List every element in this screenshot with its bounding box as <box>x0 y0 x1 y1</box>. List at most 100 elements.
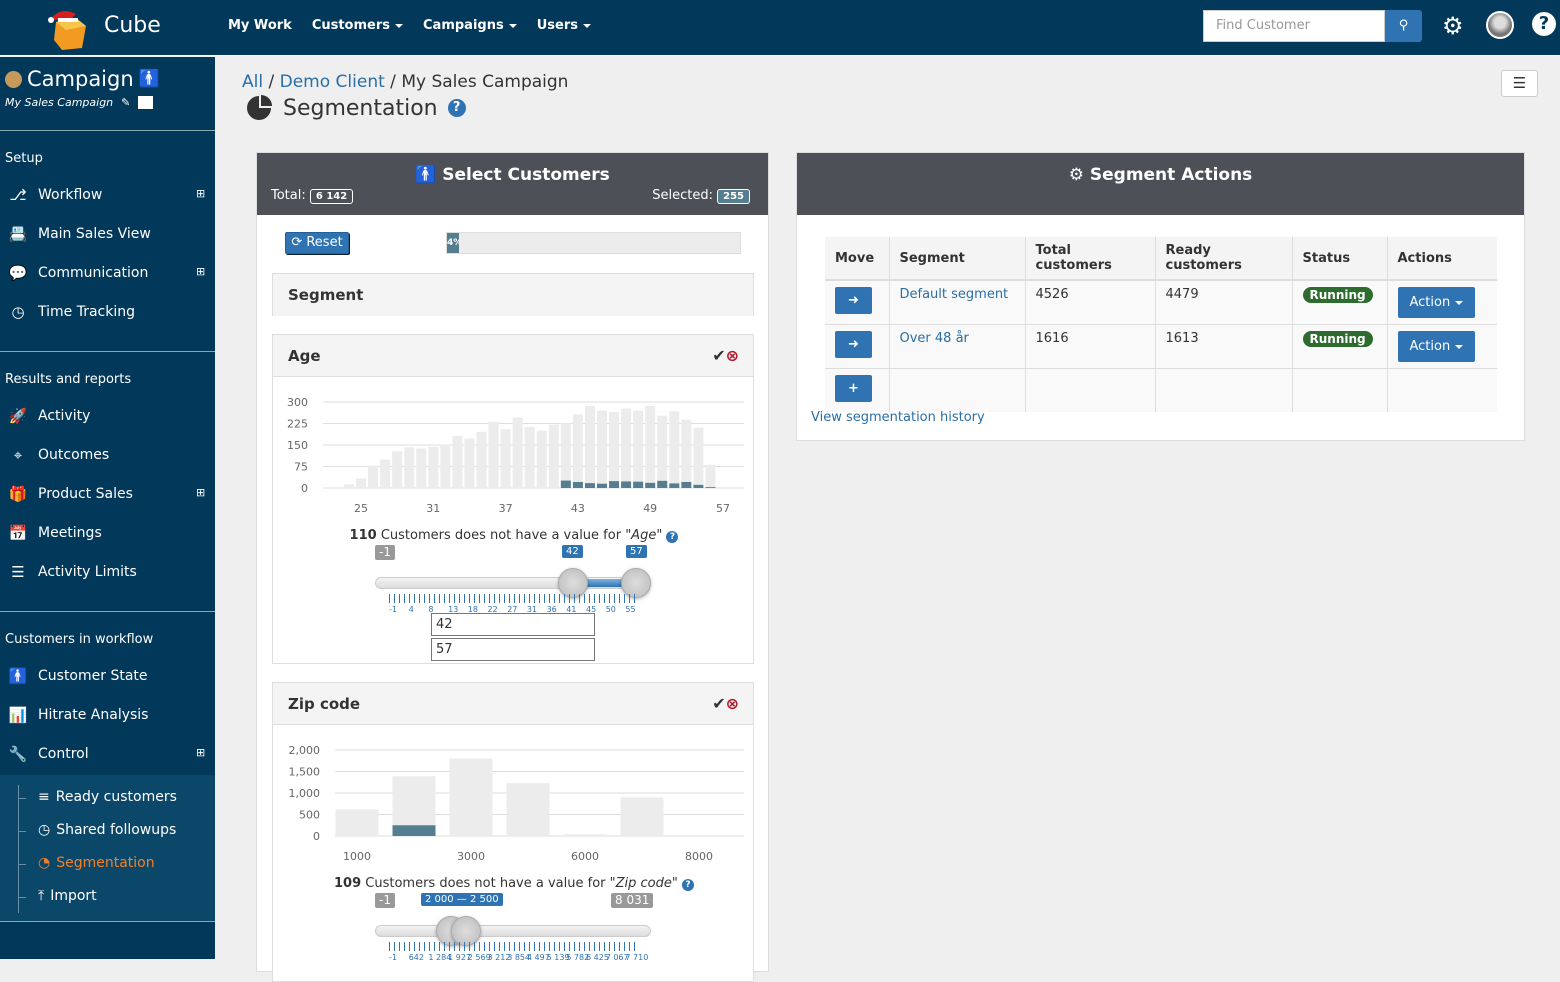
section-results: Results and reports <box>5 372 132 387</box>
selection-progress-bar: 4% <box>446 232 741 254</box>
bar <box>560 423 571 488</box>
cube-logo[interactable] <box>46 6 90 50</box>
selected-bar <box>645 482 656 488</box>
sidebar-item-time-tracking[interactable]: ◷ Time Tracking <box>8 303 135 321</box>
brand-name[interactable]: Cube <box>104 13 161 38</box>
check-icon[interactable]: ✔ <box>712 346 725 365</box>
status-badge: Running <box>1302 287 1373 303</box>
bar <box>416 448 427 488</box>
segment-box[interactable]: Segment <box>272 273 754 316</box>
field-name: "Zip code" <box>609 876 678 891</box>
help-icon[interactable]: ? <box>682 879 694 891</box>
campaign-status-dot <box>5 70 22 88</box>
sidebar-item-activity-limits[interactable]: ☰ Activity Limits <box>8 563 137 581</box>
remove-icon[interactable]: ⊗ <box>726 346 739 365</box>
check-icon[interactable]: ✔ <box>712 694 725 713</box>
sidebar-item-outcomes[interactable]: ⌖ Outcomes <box>8 446 109 464</box>
expand-icon[interactable]: ⊞ <box>196 265 205 278</box>
expand-icon[interactable]: ⊞ <box>196 486 205 499</box>
bar <box>657 415 668 488</box>
sidebar-item-meetings[interactable]: 📅 Meetings <box>8 524 102 542</box>
bar <box>536 430 547 488</box>
nav-customers[interactable]: Customers <box>312 18 403 33</box>
action-dropdown-button[interactable]: Action <box>1397 331 1476 362</box>
action-dropdown-button[interactable]: Action <box>1397 287 1476 318</box>
total-cell: 1616 <box>1024 324 1155 369</box>
bar <box>572 414 583 488</box>
bar <box>335 809 379 836</box>
selected-bar <box>584 483 595 488</box>
sidebar-item-control[interactable]: 🔧 Control <box>8 745 89 763</box>
submenu-item-shared-followups[interactable]: ◷ Shared followups <box>38 822 176 838</box>
slider-high-label: 57 <box>626 545 647 558</box>
age-max-input[interactable]: 57 <box>431 638 595 661</box>
bar <box>693 427 704 488</box>
sidebar-item-communication[interactable]: 💬 Communication <box>8 264 149 282</box>
field-name: "Age" <box>625 528 663 543</box>
sidebar-item-customer-state[interactable]: 🚹 Customer State <box>8 667 148 685</box>
y-tick-label: 2,000 <box>289 744 321 757</box>
segment-link[interactable]: Default segment <box>900 287 1009 302</box>
hamburger-menu-button[interactable]: ☰ <box>1501 70 1538 97</box>
x-tick-label: 57 <box>716 502 730 515</box>
sidebar-item-label: Meetings <box>38 525 102 541</box>
x-tick-label: 1000 <box>343 850 371 863</box>
help-icon[interactable]: ? <box>1532 12 1556 36</box>
find-customer-input[interactable]: Find Customer <box>1203 10 1385 42</box>
age-filter: Age ✔⊗ 0 75 150 225 300 25 31 37 43 49 57 110 Cust… <box>272 334 754 664</box>
remove-icon[interactable]: ⊗ <box>726 694 739 713</box>
y-tick-label: 0 <box>301 482 308 495</box>
segment-actions-panel: ⚙ Segment Actions Move Segment Total cus… <box>796 152 1525 441</box>
bar <box>584 406 595 488</box>
col-actions: Actions <box>1386 237 1497 281</box>
help-icon[interactable]: ? <box>666 531 679 543</box>
selected-bar <box>633 481 644 488</box>
zip-slider-track[interactable] <box>375 925 651 937</box>
sidebar-item-workflow[interactable]: ⎇ Workflow <box>8 186 102 204</box>
sidebar-item-label: Hitrate Analysis <box>38 707 149 723</box>
submenu-item-segmentation[interactable]: ◔ Segmentation <box>38 855 155 871</box>
slider-scale-label: -1 <box>389 953 397 962</box>
sidebar-item-label: Outcomes <box>38 447 110 463</box>
nav-my-work[interactable]: My Work <box>228 18 292 33</box>
age-min-input[interactable]: 42 <box>431 613 595 636</box>
sidebar-item-activity[interactable]: 🚀 Activity <box>8 407 91 425</box>
bar <box>368 465 379 488</box>
move-arrow-button[interactable]: ➜ <box>835 331 872 358</box>
add-segment-button[interactable]: + <box>835 375 872 402</box>
person-icon: 🚹 <box>415 165 437 185</box>
pencil-icon[interactable]: ✎ <box>121 96 130 109</box>
move-arrow-button[interactable]: ➜ <box>835 287 872 314</box>
expand-icon[interactable]: ⊞ <box>196 746 205 759</box>
help-icon[interactable]: ? <box>447 99 466 117</box>
submenu-item-import[interactable]: ⤒ Import <box>38 888 97 904</box>
selected-badge: 255 <box>717 189 750 204</box>
nav-campaigns[interactable]: Campaigns <box>423 18 517 33</box>
age-missing-note: 110 Customers does not have a value for … <box>273 528 755 543</box>
sidebar-item-main-sales-view[interactable]: 📇 Main Sales View <box>8 225 151 243</box>
nav-users[interactable]: Users <box>537 18 591 33</box>
breadcrumb-all[interactable]: All <box>242 72 263 92</box>
user-avatar[interactable] <box>1486 11 1514 39</box>
selected-bar <box>572 481 583 488</box>
breadcrumb-client[interactable]: Demo Client <box>280 72 385 92</box>
gear-icon[interactable]: ⚙ <box>1442 12 1464 40</box>
clock-icon: ◷ <box>38 822 51 838</box>
view-segmentation-history-link[interactable]: View segmentation history <box>811 410 985 425</box>
segment-link[interactable]: Over 48 år <box>900 331 969 346</box>
expand-icon[interactable]: ⊞ <box>196 187 205 200</box>
bar <box>563 834 607 836</box>
pie-chart-icon <box>247 95 272 120</box>
search-button[interactable]: ⚲ <box>1385 10 1422 42</box>
reset-button[interactable]: ⟳ Reset <box>285 232 349 254</box>
col-segment: Segment <box>888 237 1025 281</box>
col-ready: Ready customers <box>1154 237 1292 281</box>
bar <box>548 424 559 488</box>
submenu-item-ready-customers[interactable]: ≡ Ready customers <box>38 789 177 805</box>
sidebar-item-hitrate-analysis[interactable]: 📊 Hitrate Analysis <box>8 706 149 724</box>
gear-icon: ⚙ <box>1068 165 1084 185</box>
panel-title: Segment Actions <box>1089 165 1253 185</box>
sidebar-item-product-sales[interactable]: 🎁 Product Sales <box>8 485 133 503</box>
archive-icon[interactable] <box>138 96 154 109</box>
selected-bar <box>597 483 607 488</box>
